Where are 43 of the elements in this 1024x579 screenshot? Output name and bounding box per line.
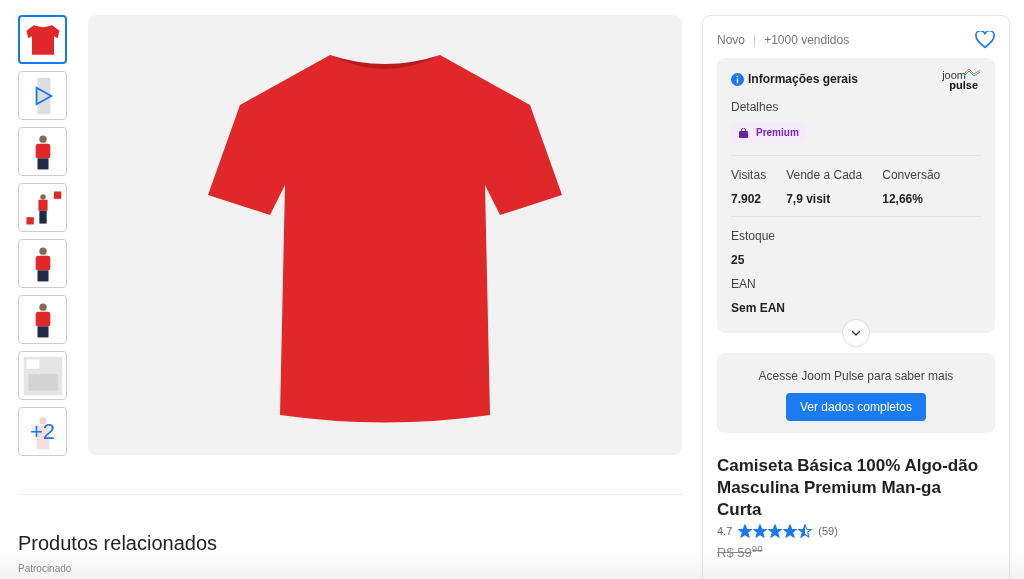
shopping-bag-icon [739, 127, 748, 138]
star-icon [753, 523, 768, 538]
review-count: (59) [818, 523, 838, 539]
image-thumbnail[interactable] [18, 295, 67, 344]
section-heading: Produtos relacionados [18, 531, 218, 555]
image-thumbnail[interactable]: +2 [18, 407, 67, 456]
star-icon [738, 523, 753, 538]
separator: | [753, 32, 757, 49]
old-price: R$ 59$^{90}$ [717, 543, 764, 562]
star-icon [783, 523, 798, 538]
image-thumbnail[interactable] [18, 71, 67, 120]
info-title: Informações gerais [748, 71, 859, 88]
view-data-button[interactable]: Ver dados completos [785, 392, 927, 421]
details-label: Detalhes [731, 99, 780, 116]
info-icon [731, 72, 744, 86]
rating-value: 4.7 [717, 523, 733, 539]
stat-label: Conversão [882, 166, 941, 184]
star-icon [798, 523, 813, 538]
brand-logo: joom pulse [942, 70, 981, 90]
expand-button[interactable] [842, 318, 870, 347]
stat-value: 7,9 visit [786, 190, 832, 208]
image-thumbnail[interactable] [18, 127, 67, 176]
promo-text: Acesse Joom Pulse para saber mais [758, 367, 954, 385]
field-value: 25 [731, 251, 746, 269]
image-thumbnail[interactable] [18, 351, 67, 400]
premium-badge: Premium [731, 122, 807, 143]
stat-value: 12,66% [882, 190, 924, 208]
product-title: Camiseta Básica 100% Algo-dão Masculina Premium Man-ga Curta [717, 454, 979, 521]
image-thumbnail[interactable] [18, 239, 67, 288]
field-label: EAN [731, 275, 757, 293]
image-thumbnail[interactable] [18, 183, 67, 232]
star-icon [768, 523, 783, 538]
stat-value: 7.902 [731, 190, 763, 208]
stat-label: Visitas [731, 166, 767, 184]
condition-label: Novo [717, 32, 745, 49]
heart-icon[interactable] [975, 31, 995, 49]
field-label: Estoque [731, 227, 777, 245]
chevron-down-icon [851, 329, 861, 336]
field-value: Sem EAN [731, 299, 787, 317]
stat-label: Vende a Cada [786, 166, 863, 184]
image-thumbnail[interactable] [18, 15, 67, 64]
sold-count: +1000 vendidos [764, 32, 850, 49]
sponsored-label: Patrocinado [18, 562, 73, 576]
